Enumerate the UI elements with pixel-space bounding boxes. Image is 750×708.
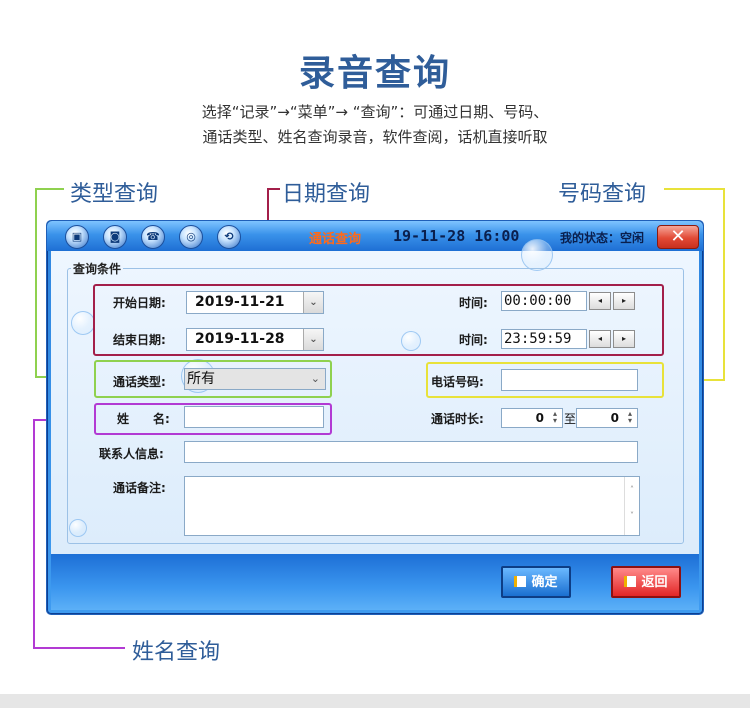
tool-icon-4[interactable]: ◎	[179, 225, 203, 249]
window-title: 通话查询	[309, 232, 362, 247]
window-footer: 确定 返回	[51, 554, 699, 610]
document-icon	[624, 576, 637, 587]
call-note-label: 通话备注:	[113, 481, 166, 495]
document-icon	[514, 576, 527, 587]
close-icon[interactable]: ✕	[657, 225, 699, 249]
scrollbar[interactable]: ˄ ˅	[624, 477, 639, 535]
window-datetime: 19-11-28 16:00	[393, 227, 520, 245]
ok-button[interactable]: 确定	[501, 566, 571, 598]
tool-icon-5[interactable]: ⟲	[217, 225, 241, 249]
group-label: 查询条件	[71, 260, 124, 277]
duration-to-value: 0	[610, 411, 619, 425]
tool-icon-3[interactable]: ☎	[141, 225, 165, 249]
contact-info-input[interactable]	[184, 441, 638, 463]
name-highlight-box	[94, 403, 332, 435]
bubble-decoration	[521, 239, 553, 271]
date-highlight-box	[93, 284, 664, 356]
call-note-textarea[interactable]: ˄ ˅	[184, 476, 640, 536]
ok-label: 确定	[531, 575, 558, 590]
back-label: 返回	[641, 575, 668, 590]
duration-to-input[interactable]: 0 ▴ ▾	[576, 408, 638, 428]
duration-from-value: 0	[535, 411, 544, 425]
contact-info-label: 联系人信息:	[99, 447, 164, 461]
number-highlight-box	[426, 362, 664, 398]
user-status: 我的状态：空闲	[560, 231, 645, 245]
spinner-icon[interactable]: ▴ ▾	[624, 410, 636, 425]
duration-label: 通话时长:	[431, 412, 484, 426]
tool-icon-2[interactable]: ◙	[103, 225, 127, 249]
duration-to-label: 至	[564, 412, 577, 426]
type-highlight-box	[94, 360, 332, 398]
bottom-band	[0, 694, 750, 708]
back-button[interactable]: 返回	[611, 566, 681, 598]
window-titlebar: ▣ ◙ ☎ ◎ ⟲ 通话查询 19-11-28 16:00 我的状态：空闲 ✕	[47, 221, 703, 251]
tool-icon-1[interactable]: ▣	[65, 225, 89, 249]
duration-from-input[interactable]: 0 ▴ ▾	[501, 408, 563, 428]
spinner-icon[interactable]: ▴ ▾	[549, 410, 561, 425]
